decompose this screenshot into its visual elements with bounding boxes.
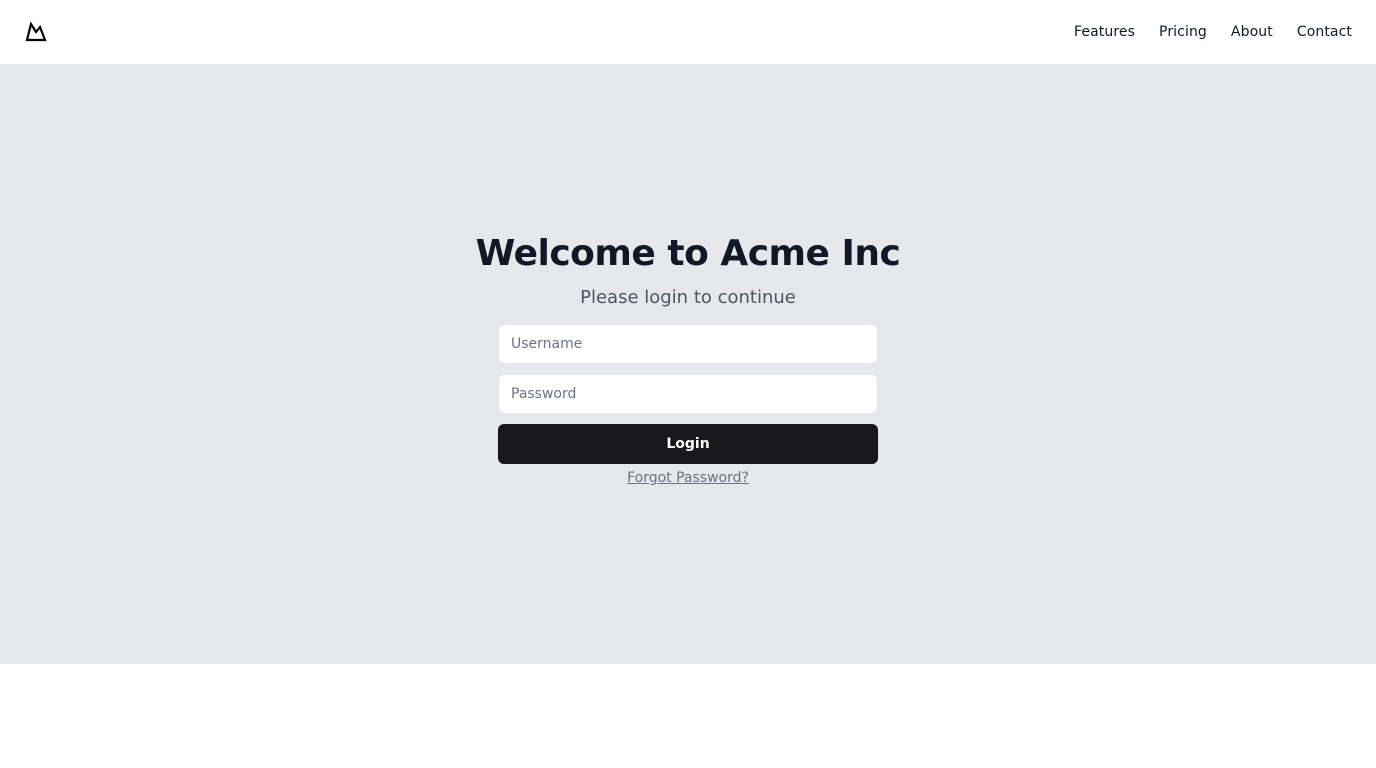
- login-section: Welcome to Acme Inc Please login to cont…: [0, 64, 1376, 664]
- page-title: Welcome to Acme Inc: [475, 233, 901, 274]
- login-button[interactable]: Login: [498, 424, 878, 464]
- login-form: Login: [498, 324, 878, 464]
- username-input[interactable]: [498, 324, 878, 364]
- login-form-container: Welcome to Acme Inc Please login to cont…: [476, 234, 901, 487]
- mountain-icon[interactable]: [24, 20, 48, 44]
- main-nav: Features Pricing About Contact: [1074, 24, 1352, 40]
- page-subtitle: Please login to continue: [580, 287, 796, 308]
- forgot-password-link[interactable]: Forgot Password?: [627, 470, 749, 486]
- nav-link-contact[interactable]: Contact: [1297, 24, 1352, 40]
- nav-link-about[interactable]: About: [1231, 24, 1273, 40]
- nav-link-features[interactable]: Features: [1074, 24, 1135, 40]
- top-navbar: Features Pricing About Contact: [0, 0, 1376, 64]
- password-input[interactable]: [498, 374, 878, 414]
- nav-link-pricing[interactable]: Pricing: [1159, 24, 1207, 40]
